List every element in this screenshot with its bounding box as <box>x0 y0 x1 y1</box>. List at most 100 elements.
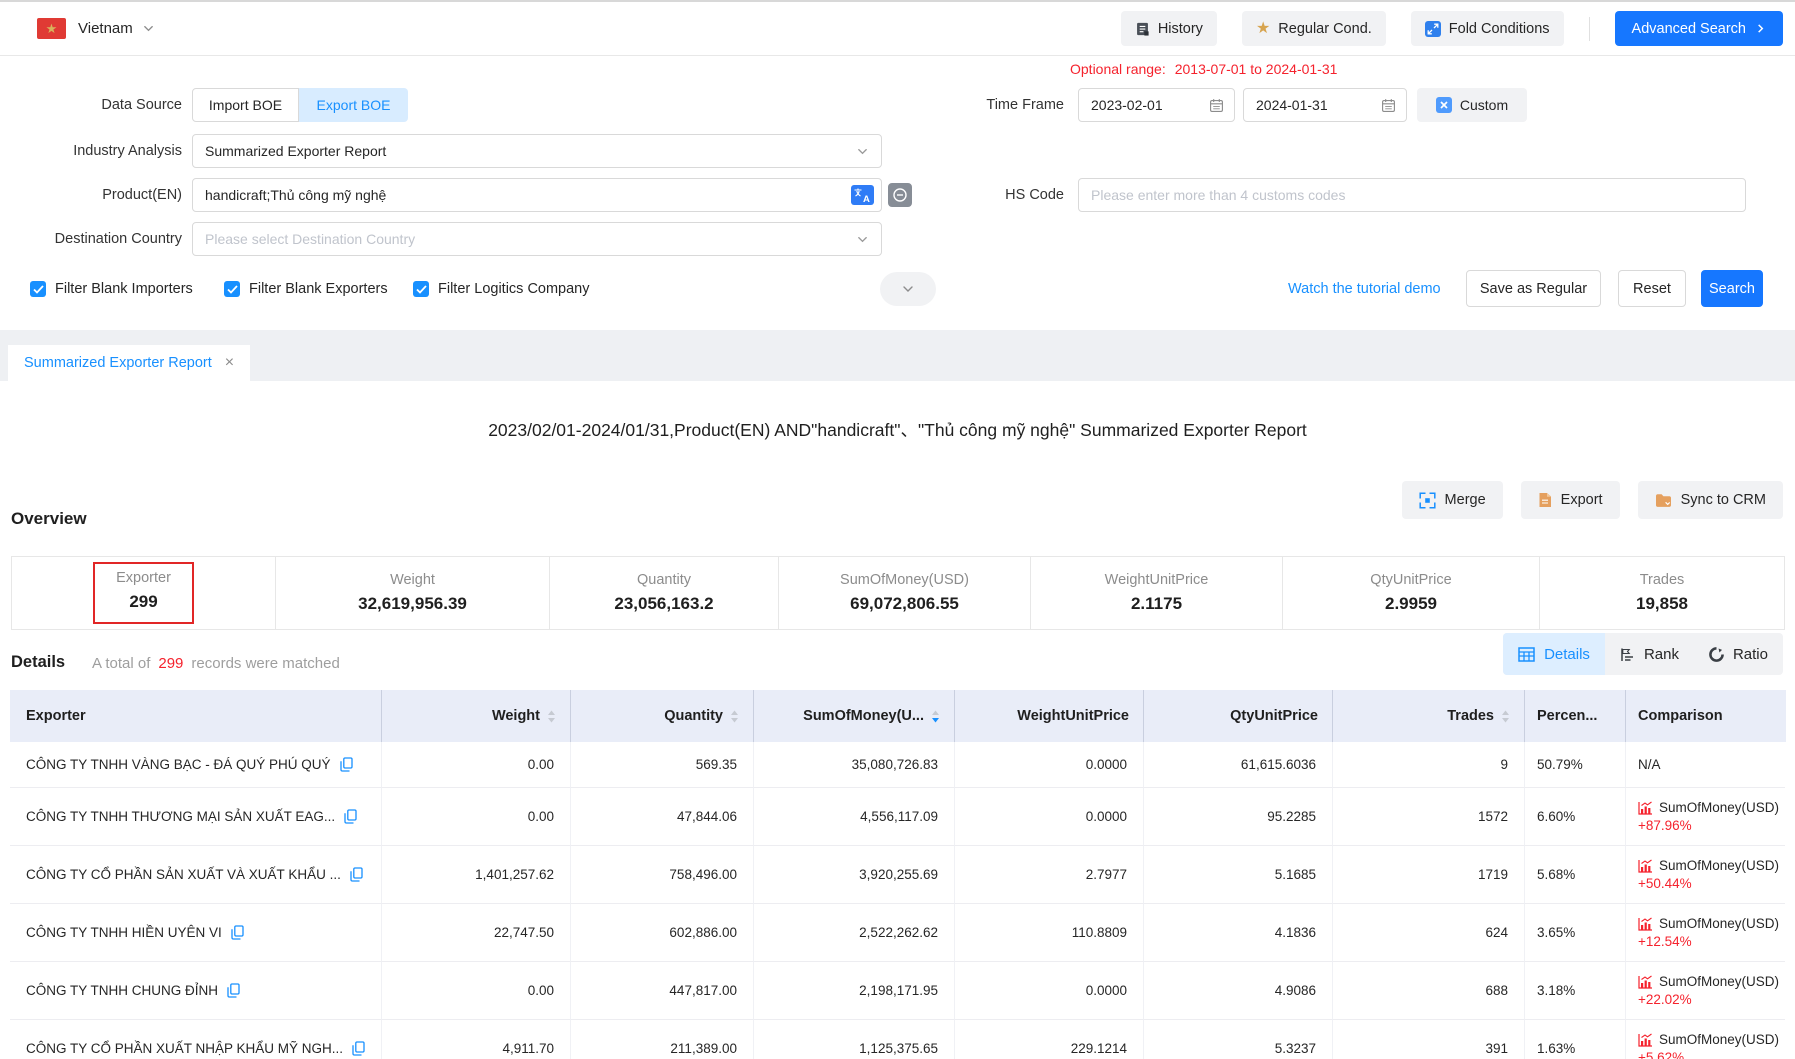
exporter-name[interactable]: CÔNG TY CỔ PHẦN SẢN XUẤT VÀ XUẤT KHẨU ..… <box>26 867 341 882</box>
exporter-highlight-box: Exporter 299 <box>93 562 194 624</box>
country-selector-label[interactable]: Vietnam <box>78 20 133 37</box>
comparison-metric: SumOfMoney(USD) <box>1659 974 1779 989</box>
view-ratio-tab[interactable]: Ratio <box>1694 633 1783 675</box>
column-header-qty-unit-price[interactable]: QtyUnitPrice <box>1144 690 1333 742</box>
exporter-name[interactable]: CÔNG TY CỔ PHẦN XUẤT NHẬP KHẨU MỸ NGH... <box>26 1041 343 1056</box>
trend-chart-icon <box>1638 1033 1653 1047</box>
copy-icon[interactable] <box>350 867 363 882</box>
time-frame-label: Time Frame <box>884 88 1064 122</box>
total-prefix: A total of <box>92 655 150 672</box>
chevron-down-icon <box>856 145 869 158</box>
tutorial-demo-link[interactable]: Watch the tutorial demo <box>1288 271 1441 308</box>
hs-code-input[interactable]: Please enter more than 4 customs codes <box>1078 178 1746 212</box>
view-details-tab[interactable]: Details <box>1503 633 1605 675</box>
stat-label: SumOfMoney(USD) <box>840 572 969 588</box>
percent-cell: 50.79% <box>1525 742 1626 788</box>
product-input[interactable]: handicraft;Thủ công mỹ nghệ A <box>192 178 882 212</box>
stat-label: Weight <box>390 572 435 588</box>
overview-stats-panel: Exporter 299 Weight 32,619,956.39 Quanti… <box>11 556 1785 630</box>
table-row[interactable]: CÔNG TY TNHH VÀNG BẠC - ĐÁ QUÝ PHÚ QUÝ 0… <box>10 742 1786 788</box>
stat-quantity: Quantity 23,056,163.2 <box>550 557 779 629</box>
translate-icon[interactable]: A <box>851 185 874 205</box>
qty-unit-price-cell: 5.1685 <box>1144 846 1333 904</box>
sum-cell: 1,125,375.65 <box>754 1020 955 1059</box>
weight-cell: 22,747.50 <box>382 904 571 962</box>
column-header-sum-of-money[interactable]: SumOfMoney(U... <box>754 690 955 742</box>
advanced-search-button[interactable]: Advanced Search <box>1615 11 1783 46</box>
search-button[interactable]: Search <box>1701 270 1763 307</box>
weight-cell: 0.00 <box>382 962 571 1020</box>
tab-summarized-exporter-report[interactable]: Summarized Exporter Report × <box>8 345 250 381</box>
column-header-weight[interactable]: Weight <box>382 690 571 742</box>
column-header-exporter[interactable]: Exporter <box>10 690 382 742</box>
exporter-name[interactable]: CÔNG TY TNHH VÀNG BẠC - ĐÁ QUÝ PHÚ QUÝ <box>26 757 331 772</box>
table-row[interactable]: CÔNG TY TNHH THƯƠNG MẠI SẢN XUẤT EAG... … <box>10 788 1786 846</box>
sort-icon[interactable] <box>547 710 556 723</box>
reset-button[interactable]: Reset <box>1618 270 1686 307</box>
save-as-regular-button[interactable]: Save as Regular <box>1466 270 1601 307</box>
hs-code-placeholder: Please enter more than 4 customs codes <box>1091 187 1345 203</box>
sort-icon[interactable] <box>730 710 739 723</box>
industry-analysis-select[interactable]: Summarized Exporter Report <box>192 134 882 168</box>
star-icon: ★ <box>1256 21 1270 37</box>
exporter-name[interactable]: CÔNG TY TNHH CHUNG ĐỈNH <box>26 983 218 998</box>
fold-conditions-button[interactable]: Fold Conditions <box>1411 11 1564 46</box>
filter-logitics-company-checkbox[interactable]: Filter Logitics Company <box>413 271 590 307</box>
close-icon[interactable]: × <box>225 355 234 371</box>
collapse-form-button[interactable] <box>880 272 936 306</box>
report-content: 2023/02/01-2024/01/31,Product(EN) AND"ha… <box>0 381 1795 1059</box>
chevron-down-icon <box>901 282 915 296</box>
sum-cell: 2,522,262.62 <box>754 904 955 962</box>
start-date-input[interactable]: 2023-02-01 <box>1078 88 1235 122</box>
stat-weight: Weight 32,619,956.39 <box>276 557 550 629</box>
column-header-trades[interactable]: Trades <box>1333 690 1525 742</box>
copy-icon[interactable] <box>340 757 353 772</box>
export-button[interactable]: Export <box>1521 481 1620 519</box>
copy-icon[interactable] <box>344 809 357 824</box>
column-header-comparison[interactable]: Comparison <box>1626 690 1785 742</box>
copy-icon[interactable] <box>227 983 240 998</box>
table-row[interactable]: CÔNG TY CỔ PHẦN XUẤT NHẬP KHẨU MỸ NGH...… <box>10 1020 1786 1059</box>
fold-conditions-label: Fold Conditions <box>1449 21 1550 37</box>
tab-title: Summarized Exporter Report <box>24 355 212 371</box>
regular-cond-button[interactable]: ★ Regular Cond. <box>1242 11 1386 46</box>
filter-blank-importers-checkbox[interactable]: Filter Blank Importers <box>30 271 193 307</box>
sort-icon-active-desc[interactable] <box>931 710 940 723</box>
trades-cell: 9 <box>1333 742 1525 788</box>
table-row[interactable]: CÔNG TY TNHH HIỀN UYÊN VI 22,747.50 602,… <box>10 904 1786 962</box>
check-icon <box>413 281 429 297</box>
view-rank-tab[interactable]: Rank <box>1605 633 1694 675</box>
trend-chart-icon <box>1638 975 1653 989</box>
sort-icon[interactable] <box>1501 710 1510 723</box>
filter-blank-exporters-checkbox[interactable]: Filter Blank Exporters <box>224 271 388 307</box>
column-header-weight-unit-price[interactable]: WeightUnitPrice <box>955 690 1144 742</box>
comparison-cell: SumOfMoney(USD) +87.96% <box>1626 788 1785 846</box>
sync-to-crm-button[interactable]: Sync to CRM <box>1638 481 1783 519</box>
column-header-quantity[interactable]: Quantity <box>571 690 754 742</box>
qty-unit-price-cell: 4.1836 <box>1144 904 1333 962</box>
trades-cell: 391 <box>1333 1020 1525 1059</box>
view-rank-label: Rank <box>1644 646 1679 663</box>
destination-country-select[interactable]: Please select Destination Country <box>192 222 882 256</box>
history-icon <box>1135 21 1150 37</box>
merge-button[interactable]: Merge <box>1402 481 1503 519</box>
history-button[interactable]: History <box>1121 11 1217 46</box>
column-header-percent[interactable]: Percen... <box>1525 690 1626 742</box>
copy-icon[interactable] <box>231 925 244 940</box>
calendar-icon <box>1209 98 1224 113</box>
export-boe-tab[interactable]: Export BOE <box>299 88 408 122</box>
import-boe-tab[interactable]: Import BOE <box>192 88 299 122</box>
sum-cell: 35,080,726.83 <box>754 742 955 788</box>
table-row[interactable]: CÔNG TY CỔ PHẦN SẢN XUẤT VÀ XUẤT KHẨU ..… <box>10 846 1786 904</box>
end-date-input[interactable]: 2024-01-31 <box>1243 88 1407 122</box>
exporter-name[interactable]: CÔNG TY TNHH HIỀN UYÊN VI <box>26 925 222 940</box>
table-row[interactable]: CÔNG TY TNHH CHUNG ĐỈNH 0.00 447,817.00 … <box>10 962 1786 1020</box>
copy-icon[interactable] <box>352 1041 365 1056</box>
chevron-down-icon[interactable] <box>142 22 155 35</box>
svg-text:A: A <box>863 194 870 205</box>
custom-range-button[interactable]: Custom <box>1417 88 1527 122</box>
trend-chart-icon <box>1638 917 1653 931</box>
exporter-name[interactable]: CÔNG TY TNHH THƯƠNG MẠI SẢN XUẤT EAG... <box>26 809 335 824</box>
quantity-cell: 47,844.06 <box>571 788 754 846</box>
filter-blank-importers-label: Filter Blank Importers <box>55 281 193 297</box>
